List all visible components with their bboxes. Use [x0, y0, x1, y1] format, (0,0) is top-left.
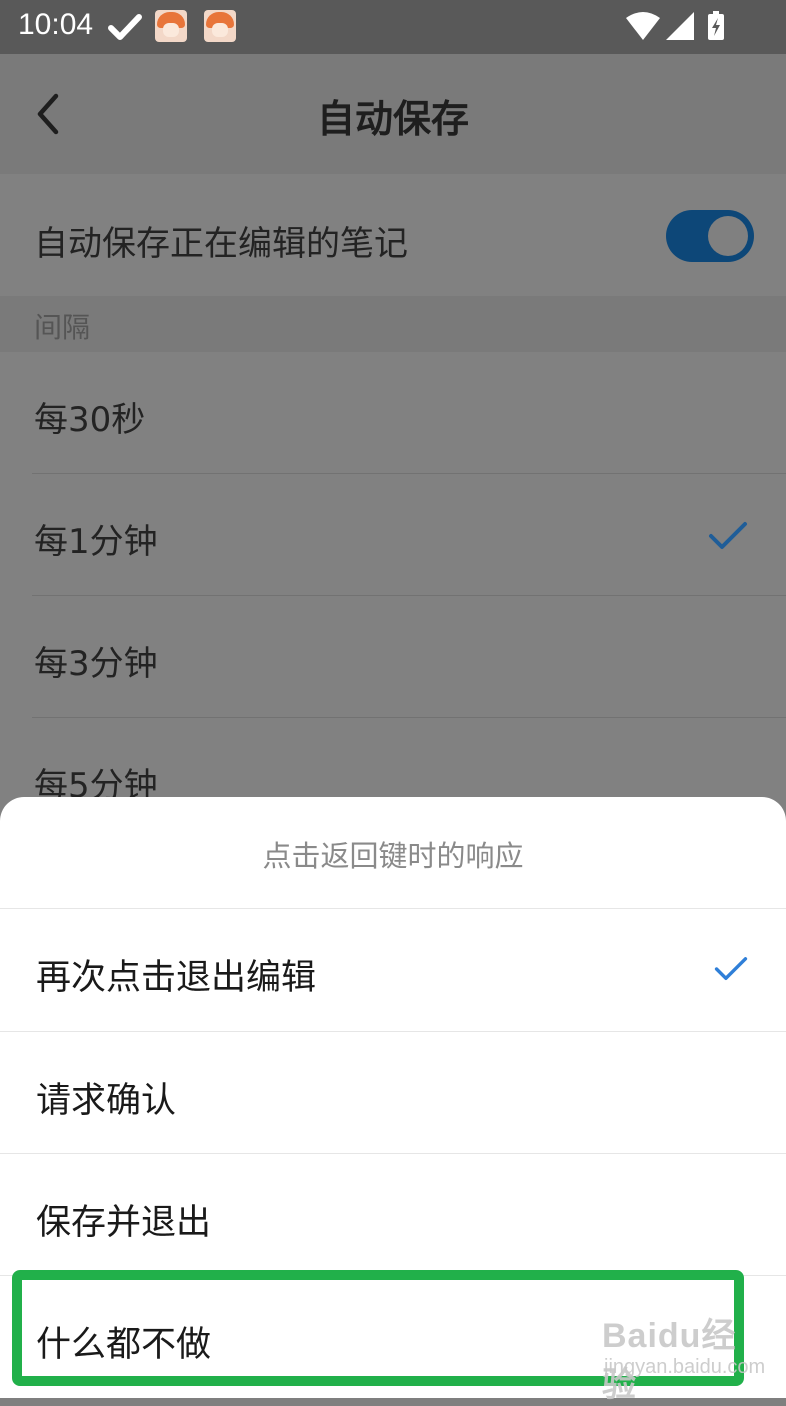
check-icon: [108, 14, 142, 40]
interval-option-1min[interactable]: 每1分钟: [0, 474, 786, 596]
app-notification-icon: [155, 10, 187, 42]
section-title: 间隔: [34, 311, 91, 344]
interval-option-30s[interactable]: 每30秒: [0, 352, 786, 474]
baidu-watermark: Baidu经验 jingyan.baidu.com: [598, 1308, 765, 1404]
status-time: 10:04: [18, 8, 94, 41]
signal-icon: [666, 12, 694, 40]
interval-option-3min[interactable]: 每3分钟: [0, 596, 786, 718]
option-label: 请求确认: [36, 1081, 177, 1121]
auto-save-label: 自动保存正在编辑的笔记: [34, 224, 408, 264]
wifi-icon: [626, 12, 660, 40]
sheet-option-request-confirm[interactable]: 请求确认: [0, 1032, 786, 1154]
status-icons: [626, 10, 756, 44]
sheet-option-save-and-exit[interactable]: 保存并退出: [0, 1154, 786, 1276]
option-label: 每1分钟: [34, 522, 158, 562]
option-label: 保存并退出: [36, 1203, 212, 1243]
option-label: 再次点击退出编辑: [36, 958, 317, 998]
checkmark-icon: [709, 522, 747, 549]
sheet-title: 点击返回键时的响应: [262, 839, 524, 873]
watermark-url: jingyan.baidu.com: [604, 1356, 766, 1378]
battery-icon: [708, 11, 724, 40]
sheet-option-exit-on-second-press[interactable]: 再次点击退出编辑: [0, 909, 786, 1031]
checkmark-icon: [714, 957, 748, 981]
app-notification-icon: [204, 10, 236, 42]
auto-save-switch[interactable]: [666, 210, 754, 262]
option-label: 每3分钟: [34, 644, 158, 684]
status-bar: 10:04: [0, 0, 786, 54]
app-bar: 自动保存: [0, 54, 786, 174]
interval-section-header: 间隔: [0, 296, 786, 352]
option-label: 每30秒: [34, 400, 146, 440]
page-title: 自动保存: [316, 97, 469, 141]
auto-save-toggle-row[interactable]: 自动保存正在编辑的笔记: [0, 174, 786, 296]
